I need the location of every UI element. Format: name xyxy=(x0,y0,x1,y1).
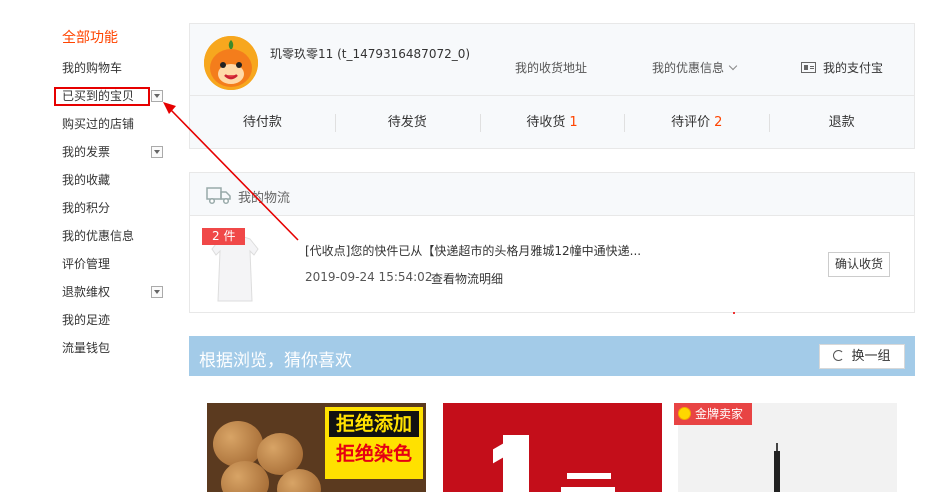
order-tab-label: 待评价 xyxy=(671,115,711,130)
username[interactable]: 玑零玖零11 (t_1479316487072_0) xyxy=(270,45,470,62)
promo-text: 拒绝染色 xyxy=(329,441,419,467)
alipay-link[interactable]: 我的支付宝 xyxy=(801,59,883,76)
gold-seller-label: 金牌卖家 xyxy=(695,407,744,421)
product-graphic xyxy=(774,451,780,492)
gold-seller-badge: 金牌卖家 xyxy=(674,403,753,425)
id-card-icon xyxy=(801,62,816,73)
logistics-title: 我的物流 xyxy=(238,191,291,206)
order-tab-pending-payment[interactable]: 待付款 xyxy=(190,97,335,149)
order-count-badge: 2 xyxy=(714,115,723,130)
recommended-product-image[interactable]: 拒绝添加 拒绝染色 xyxy=(207,403,426,492)
order-tab-refund[interactable]: 退款 xyxy=(769,97,914,149)
order-tab-label: 待收货 xyxy=(526,115,566,130)
stray-dot xyxy=(733,312,735,314)
chevron-down-icon xyxy=(728,61,738,71)
logistics-timestamp: 2019-09-24 15:54:02 xyxy=(305,270,433,284)
item-count-badge: 2 件 xyxy=(202,228,246,245)
alipay-label: 我的支付宝 xyxy=(823,61,884,75)
user-card: 玑零玖零11 (t_1479316487072_0) 我的收货地址 我的优惠信息… xyxy=(189,23,915,149)
expand-arrow-icon[interactable] xyxy=(151,146,163,158)
product-graphic xyxy=(561,487,615,492)
sidebar-item-shops[interactable]: 购买过的店铺 xyxy=(62,110,172,138)
refresh-button[interactable]: 换一组 xyxy=(819,344,905,369)
avatar[interactable] xyxy=(204,36,258,90)
order-status-tabs: 待付款 待发货 待收货 1 待评价 2 退款 xyxy=(190,97,914,149)
order-count-badge: 1 xyxy=(569,115,578,130)
medal-icon xyxy=(678,407,691,420)
logistics-header: 我的物流 xyxy=(190,173,914,216)
sidebar-item-favorites[interactable]: 我的收藏 xyxy=(62,166,172,194)
recommended-product-image[interactable] xyxy=(443,403,662,492)
view-logistics-detail-link[interactable]: 查看物流明细 xyxy=(431,270,503,287)
product-promo-banner: 拒绝添加 拒绝染色 xyxy=(325,407,423,479)
sidebar-item-footprint[interactable]: 我的足迹 xyxy=(62,306,172,334)
sidebar-item-refund[interactable]: 退款维权 xyxy=(62,278,172,306)
recommendations-section: 根据浏览，猜你喜欢 换一组 拒绝添加 拒绝染色 金牌卖家 xyxy=(189,336,915,492)
order-tab-label: 退款 xyxy=(828,115,855,130)
sidebar-item-cart[interactable]: 我的购物车 xyxy=(62,54,172,82)
sidebar-item-reviews[interactable]: 评价管理 xyxy=(62,250,172,278)
refresh-icon xyxy=(833,350,845,361)
sidebar-item-data-wallet[interactable]: 流量钱包 xyxy=(62,334,172,362)
sidebar-item-coupons[interactable]: 我的优惠信息 xyxy=(62,222,172,250)
sidebar-item-label: 退款维权 xyxy=(62,285,111,299)
coupon-info-label: 我的优惠信息 xyxy=(652,61,725,75)
shipping-address-link[interactable]: 我的收货地址 xyxy=(515,59,587,76)
sidebar-heading: 全部功能 xyxy=(62,30,118,46)
promo-text: 拒绝添加 xyxy=(329,411,419,437)
sidebar-nav: 全部功能 我的购物车 已买到的宝贝 购买过的店铺 我的发票 我的收藏 我的积分 … xyxy=(62,28,172,362)
truck-icon xyxy=(206,187,231,205)
order-tab-label: 待付款 xyxy=(242,115,282,130)
refresh-label: 换一组 xyxy=(851,349,891,364)
annotation-highlight-box xyxy=(54,87,150,106)
product-graphic xyxy=(567,473,611,479)
logistics-panel: 我的物流 2 件 [代收点]您的快件已从【快递超市的头格月雅城12幢中通快递..… xyxy=(189,172,915,313)
coupon-info-dropdown[interactable]: 我的优惠信息 xyxy=(652,59,738,76)
order-tab-label: 待发货 xyxy=(387,115,427,130)
logistics-message[interactable]: [代收点]您的快件已从【快递超市的头格月雅城12幢中通快递... xyxy=(305,242,641,259)
order-tab-pending-shipment[interactable]: 待发货 xyxy=(334,97,480,149)
product-photo xyxy=(213,421,263,467)
sidebar-item-label: 我的发票 xyxy=(62,145,111,159)
recommendations-title: 根据浏览，猜你喜欢 xyxy=(199,351,352,371)
sidebar-item-points[interactable]: 我的积分 xyxy=(62,194,172,222)
expand-arrow-icon[interactable] xyxy=(151,90,163,102)
sidebar-item-invoice[interactable]: 我的发票 xyxy=(62,138,172,166)
user-card-header: 玑零玖零11 (t_1479316487072_0) 我的收货地址 我的优惠信息… xyxy=(190,24,914,96)
order-tab-pending-review[interactable]: 待评价 2 xyxy=(624,97,769,149)
expand-arrow-icon[interactable] xyxy=(151,286,163,298)
order-tab-pending-receipt[interactable]: 待收货 1 xyxy=(479,97,625,149)
recommendations-header: 根据浏览，猜你喜欢 换一组 xyxy=(189,336,915,376)
confirm-receipt-button[interactable]: 确认收货 xyxy=(828,252,890,277)
product-graphic xyxy=(503,435,529,492)
